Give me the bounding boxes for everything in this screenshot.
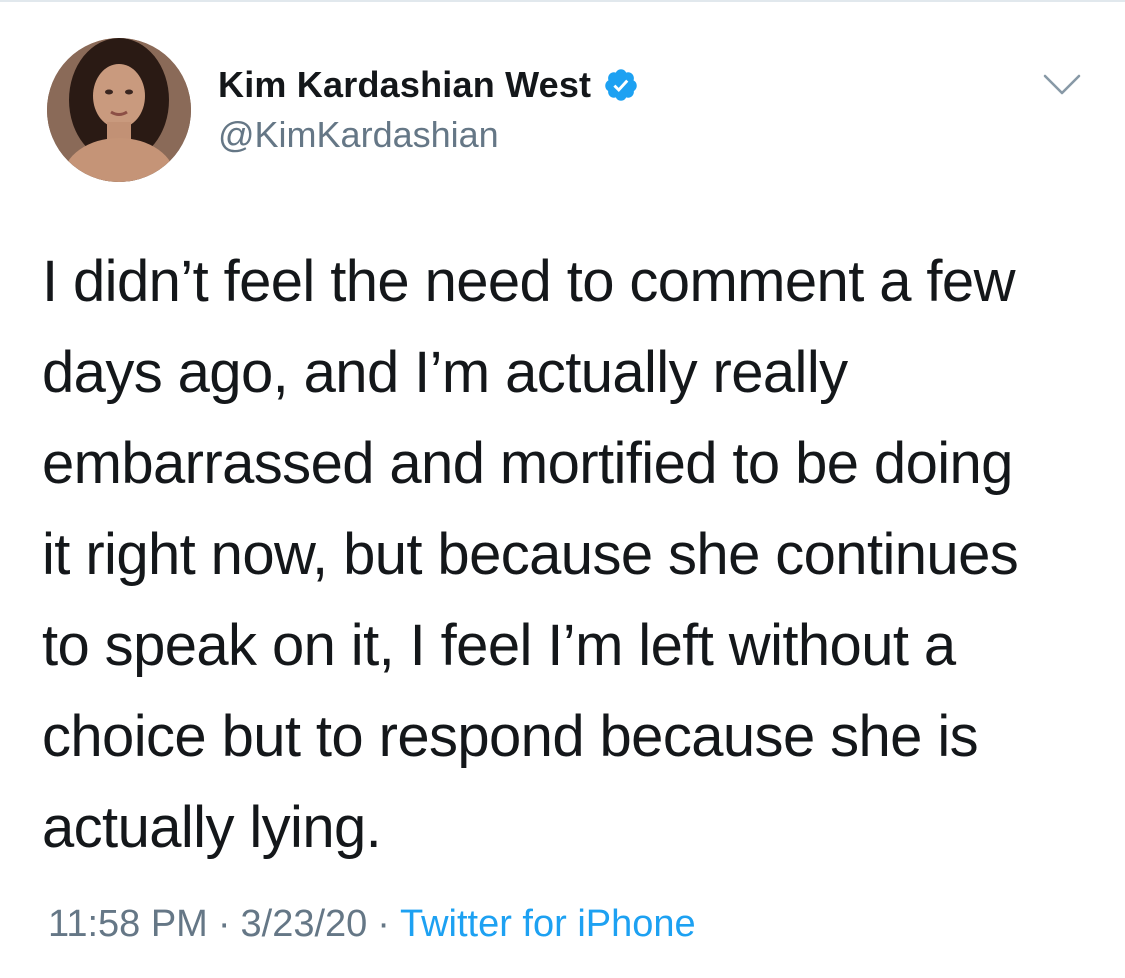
tweet-source-link[interactable]: Twitter for iPhone [400,903,696,945]
tweet-line: embarrassed and mortified to be doing [42,431,1013,496]
top-divider [0,0,1125,2]
verified-badge-icon [603,67,639,103]
tweet-text: I didn’t feel the need to comment a few … [42,236,1102,873]
chevron-down-icon[interactable] [1042,72,1082,98]
author-name-row: Kim Kardashian West [218,62,639,108]
tweet-line: I didn’t feel the need to comment a few [42,249,1015,314]
meta-separator: · [217,903,231,945]
tweet-line: choice but to respond because she is [42,704,979,769]
display-name[interactable]: Kim Kardashian West [218,64,591,106]
avatar[interactable] [47,38,191,182]
tweet-meta: 11:58 PM · 3/23/20 · Twitter for iPhone [48,903,696,946]
tweet-time[interactable]: 11:58 PM [48,903,208,945]
tweet-line: actually lying. [42,795,382,860]
profile-photo [47,38,191,182]
meta-separator: · [377,903,390,945]
tweet-line: it right now, but because she continues [42,522,1019,587]
user-handle[interactable]: @KimKardashian [218,114,499,156]
tweet-date[interactable]: 3/23/20 [241,903,368,945]
tweet-line: days ago, and I’m actually really [42,340,848,405]
tweet-line: to speak on it, I feel I’m left without … [42,613,956,678]
